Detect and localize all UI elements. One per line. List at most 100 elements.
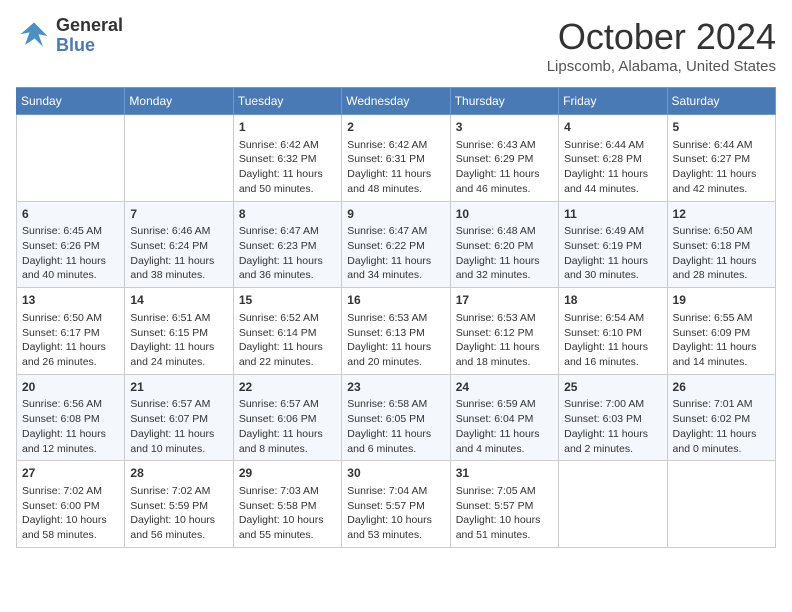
cell-content: Daylight: 11 hours and 2 minutes. [564, 427, 661, 456]
calendar-cell: 19Sunrise: 6:55 AMSunset: 6:09 PMDayligh… [667, 288, 775, 375]
day-number: 16 [347, 292, 444, 309]
cell-content: Sunrise: 6:44 AM [673, 138, 770, 153]
day-number: 5 [673, 119, 770, 136]
cell-content: Sunrise: 7:02 AM [130, 484, 227, 499]
calendar-cell: 29Sunrise: 7:03 AMSunset: 5:58 PMDayligh… [233, 461, 341, 548]
calendar-cell: 24Sunrise: 6:59 AMSunset: 6:04 PMDayligh… [450, 374, 558, 461]
cell-content: Daylight: 11 hours and 32 minutes. [456, 254, 553, 283]
cell-content: Sunrise: 7:03 AM [239, 484, 336, 499]
day-number: 4 [564, 119, 661, 136]
day-number: 6 [22, 206, 119, 223]
calendar-cell: 13Sunrise: 6:50 AMSunset: 6:17 PMDayligh… [17, 288, 125, 375]
cell-content: Sunrise: 6:50 AM [673, 224, 770, 239]
day-header-monday: Monday [125, 88, 233, 115]
cell-content: Sunrise: 6:53 AM [347, 311, 444, 326]
calendar-cell [17, 115, 125, 202]
cell-content: Daylight: 11 hours and 0 minutes. [673, 427, 770, 456]
calendar-cell: 6Sunrise: 6:45 AMSunset: 6:26 PMDaylight… [17, 201, 125, 288]
calendar-cell: 10Sunrise: 6:48 AMSunset: 6:20 PMDayligh… [450, 201, 558, 288]
cell-content: Sunset: 5:57 PM [347, 499, 444, 514]
calendar-cell: 1 Sunrise: 6:42 AMSunset: 6:32 PMDaylight… [233, 115, 341, 202]
cell-content: Daylight: 10 hours and 53 minutes. [347, 513, 444, 542]
calendar-cell: 28Sunrise: 7:02 AMSunset: 5:59 PMDayligh… [125, 461, 233, 548]
cell-content: Sunrise: 6:48 AM [456, 224, 553, 239]
calendar-cell [559, 461, 667, 548]
calendar-cell: 30Sunrise: 7:04 AMSunset: 5:57 PMDayligh… [342, 461, 450, 548]
day-number: 11 [564, 206, 661, 223]
cell-content: Sunrise: 7:02 AM [22, 484, 119, 499]
cell-content: Sunrise: 6:43 AM [456, 138, 553, 153]
cell-content: Sunset: 6:15 PM [130, 326, 227, 341]
cell-content: Sunset: 5:59 PM [130, 499, 227, 514]
week-row-3: 13Sunrise: 6:50 AMSunset: 6:17 PMDayligh… [17, 288, 776, 375]
calendar-cell [125, 115, 233, 202]
day-header-wednesday: Wednesday [342, 88, 450, 115]
calendar-cell: 20Sunrise: 6:56 AMSunset: 6:08 PMDayligh… [17, 374, 125, 461]
cell-content: Daylight: 11 hours and 30 minutes. [564, 254, 661, 283]
day-number: 30 [347, 465, 444, 482]
cell-content: Sunset: 6:13 PM [347, 326, 444, 341]
day-number: 8 [239, 206, 336, 223]
cell-content: Daylight: 11 hours and 50 minutes. [239, 167, 336, 196]
cell-content: Sunset: 6:31 PM [347, 152, 444, 167]
day-number: 1 [239, 119, 336, 136]
week-row-5: 27Sunrise: 7:02 AMSunset: 6:00 PMDayligh… [17, 461, 776, 548]
location: Lipscomb, Alabama, United States [547, 58, 776, 75]
day-header-saturday: Saturday [667, 88, 775, 115]
calendar-table: SundayMondayTuesdayWednesdayThursdayFrid… [16, 87, 776, 548]
month-title: October 2024 [547, 16, 776, 58]
page-header: General Blue October 2024 Lipscomb, Alab… [16, 16, 776, 75]
cell-content: Daylight: 11 hours and 44 minutes. [564, 167, 661, 196]
week-row-2: 6Sunrise: 6:45 AMSunset: 6:26 PMDaylight… [17, 201, 776, 288]
cell-content: Daylight: 11 hours and 12 minutes. [22, 427, 119, 456]
cell-content: Sunset: 6:27 PM [673, 152, 770, 167]
calendar-cell: 14Sunrise: 6:51 AMSunset: 6:15 PMDayligh… [125, 288, 233, 375]
cell-content: Daylight: 11 hours and 6 minutes. [347, 427, 444, 456]
cell-content: Sunset: 6:10 PM [564, 326, 661, 341]
cell-content: Sunset: 6:28 PM [564, 152, 661, 167]
cell-content: Sunrise: 6:54 AM [564, 311, 661, 326]
cell-content: Sunset: 6:32 PM [239, 152, 336, 167]
day-number: 21 [130, 379, 227, 396]
cell-content: Sunrise: 6:45 AM [22, 224, 119, 239]
cell-content: Daylight: 11 hours and 36 minutes. [239, 254, 336, 283]
cell-content: Daylight: 11 hours and 26 minutes. [22, 340, 119, 369]
cell-content: Sunset: 6:19 PM [564, 239, 661, 254]
cell-content: Sunrise: 6:57 AM [239, 397, 336, 412]
cell-content: Daylight: 11 hours and 4 minutes. [456, 427, 553, 456]
cell-content: Sunset: 6:22 PM [347, 239, 444, 254]
cell-content: Sunrise: 6:56 AM [22, 397, 119, 412]
cell-content: Sunset: 6:24 PM [130, 239, 227, 254]
cell-content: Daylight: 11 hours and 14 minutes. [673, 340, 770, 369]
cell-content: Sunset: 6:06 PM [239, 412, 336, 427]
cell-content: Daylight: 11 hours and 16 minutes. [564, 340, 661, 369]
day-number: 20 [22, 379, 119, 396]
cell-content: Sunrise: 7:00 AM [564, 397, 661, 412]
cell-content: Sunrise: 6:42 AM [239, 138, 336, 153]
cell-content: Daylight: 11 hours and 40 minutes. [22, 254, 119, 283]
day-number: 27 [22, 465, 119, 482]
cell-content: Sunrise: 6:49 AM [564, 224, 661, 239]
cell-content: Sunrise: 6:52 AM [239, 311, 336, 326]
day-number: 3 [456, 119, 553, 136]
cell-content: Daylight: 10 hours and 58 minutes. [22, 513, 119, 542]
cell-content: Sunset: 6:04 PM [456, 412, 553, 427]
cell-content: Sunrise: 6:53 AM [456, 311, 553, 326]
day-number: 2 [347, 119, 444, 136]
day-header-friday: Friday [559, 88, 667, 115]
cell-content: Daylight: 11 hours and 24 minutes. [130, 340, 227, 369]
calendar-cell: 12Sunrise: 6:50 AMSunset: 6:18 PMDayligh… [667, 201, 775, 288]
cell-content: Sunset: 6:20 PM [456, 239, 553, 254]
cell-content: Daylight: 10 hours and 55 minutes. [239, 513, 336, 542]
cell-content: Sunrise: 6:59 AM [456, 397, 553, 412]
cell-content: Sunrise: 6:47 AM [239, 224, 336, 239]
day-number: 12 [673, 206, 770, 223]
cell-content: Sunrise: 7:05 AM [456, 484, 553, 499]
logo: General Blue [16, 16, 123, 56]
logo-icon [16, 18, 52, 54]
day-header-thursday: Thursday [450, 88, 558, 115]
calendar-cell: 4Sunrise: 6:44 AMSunset: 6:28 PMDaylight… [559, 115, 667, 202]
day-number: 22 [239, 379, 336, 396]
calendar-cell: 22Sunrise: 6:57 AMSunset: 6:06 PMDayligh… [233, 374, 341, 461]
cell-content: Daylight: 10 hours and 56 minutes. [130, 513, 227, 542]
